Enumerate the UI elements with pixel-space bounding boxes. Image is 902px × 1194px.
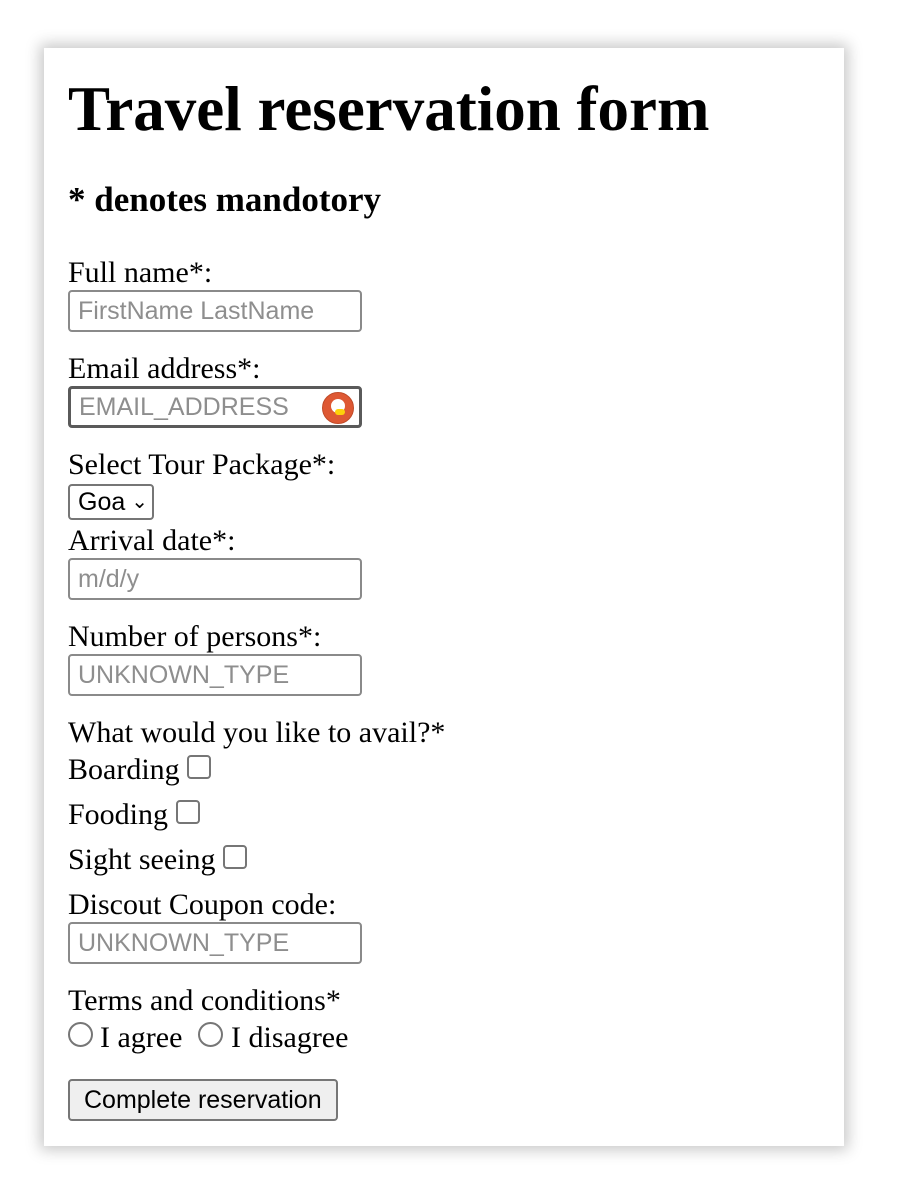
sight-seeing-checkbox[interactable] (223, 845, 247, 869)
form-card: Travel reservation form * denotes mandot… (44, 48, 844, 1146)
avail-option-fooding: Fooding (68, 800, 200, 830)
arrival-date-input[interactable] (68, 558, 362, 600)
duckduckgo-icon[interactable] (322, 392, 354, 424)
chevron-down-icon: ⌄ (131, 491, 149, 513)
agree-radio[interactable] (68, 1022, 93, 1047)
tour-package-selected: Goa (78, 487, 126, 516)
complete-reservation-button[interactable]: Complete reservation (68, 1079, 338, 1121)
page-title: Travel reservation form (68, 74, 710, 144)
disagree-radio[interactable] (198, 1022, 223, 1047)
tour-package-select[interactable]: Goa ⌄ (68, 484, 155, 520)
coupon-label: Discout Coupon code: (68, 888, 337, 921)
persons-input[interactable] (68, 654, 362, 696)
full-name-input[interactable] (68, 290, 362, 332)
boarding-label: Boarding (68, 753, 180, 786)
fooding-label: Fooding (68, 798, 169, 831)
coupon-input[interactable] (68, 922, 362, 964)
sight-seeing-label: Sight seeing (68, 843, 216, 876)
fooding-checkbox[interactable] (175, 800, 200, 824)
disagree-label: I disagree (231, 1021, 349, 1054)
persons-label: Number of persons*: (68, 620, 322, 653)
avail-label: What would you like to avail?* (68, 716, 446, 749)
boarding-checkbox[interactable] (187, 755, 212, 779)
agree-label: I agree (100, 1021, 183, 1054)
arrival-date-label: Arrival date*: (68, 524, 236, 557)
avail-option-boarding: Boarding (68, 753, 212, 786)
mandatory-note: * denotes mandotory (68, 180, 382, 219)
full-name-label: Full name*: (68, 256, 213, 289)
email-input[interactable] (68, 386, 362, 428)
terms-label: Terms and conditions* (68, 984, 341, 1017)
email-label: Email address*: (68, 352, 261, 385)
avail-option-sight-seeing: Sight seeing (68, 845, 247, 875)
tour-package-label: Select Tour Package*: (68, 448, 336, 481)
